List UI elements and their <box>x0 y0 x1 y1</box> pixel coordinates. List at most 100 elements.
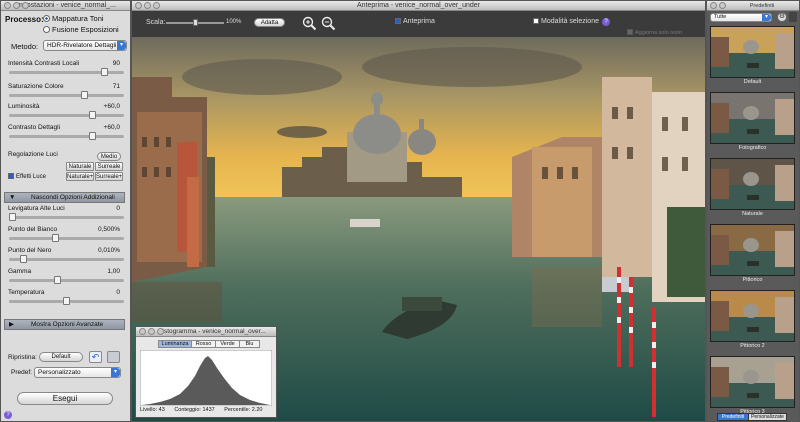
gear-icon[interactable]: ⚙ <box>777 12 787 22</box>
slider-knob[interactable] <box>19 255 27 263</box>
adatta-button[interactable]: Adatta <box>254 18 285 27</box>
slider-knob[interactable] <box>81 91 89 99</box>
zoom-icon[interactable] <box>153 2 160 9</box>
presets-filter-select[interactable]: Tutte ▾ <box>710 13 772 22</box>
ripristina-select[interactable]: Default <box>39 352 83 362</box>
luci-medio-button[interactable]: Medio <box>97 152 121 161</box>
slider-track[interactable] <box>9 213 124 221</box>
preset-preview-image <box>711 93 794 143</box>
conteggio-label: Conteggio: <box>174 407 201 413</box>
effetti-checkbox[interactable]: Effetti Luce <box>8 173 46 180</box>
close-icon[interactable] <box>139 328 146 335</box>
metodo-value: HDR-Rivelatore Dettagli <box>47 42 117 49</box>
undo-icon[interactable]: ↶ <box>89 351 102 363</box>
luci-naturale-plus-button[interactable]: Naturale+ <box>66 172 94 181</box>
slider-knob[interactable] <box>54 276 62 284</box>
slider-track[interactable] <box>9 234 124 242</box>
zoom-icon[interactable] <box>157 328 164 335</box>
minimize-icon[interactable] <box>13 2 20 9</box>
slider-track[interactable] <box>9 111 124 119</box>
slider-track[interactable] <box>9 132 124 140</box>
scale-slider-knob[interactable] <box>193 19 198 26</box>
presets-window: Predefiniti Tutte ▾ ⚙ Default Fotografico N… <box>706 0 800 422</box>
luminance-histogram[interactable] <box>140 350 272 406</box>
preset-thumbnail[interactable] <box>710 356 795 408</box>
close-icon[interactable] <box>135 2 142 9</box>
tab-personalizzate[interactable]: Personalizzate <box>749 413 787 421</box>
show-advanced-label: Mostra Opzioni Avanzate <box>31 321 104 328</box>
tab-blu[interactable]: Blu <box>240 340 260 348</box>
tab-luminanza[interactable]: Luminanza <box>158 340 192 348</box>
tab-verde[interactable]: Verde <box>216 340 240 348</box>
luci-surreale-button[interactable]: Surreale <box>95 162 123 171</box>
slider-knob[interactable] <box>63 297 70 305</box>
help-icon[interactable]: ? <box>602 18 610 26</box>
luci-naturale-button[interactable]: Naturale <box>66 162 94 171</box>
aggiorna-label: Aggiorna solo testo <box>635 30 683 36</box>
hide-options-bar[interactable]: ▼ Nascondi Opzioni Addizionali <box>4 192 125 203</box>
tab-predefiniti[interactable]: Predefiniti <box>717 413 749 421</box>
preset-thumbnail[interactable] <box>710 290 795 342</box>
window-controls <box>710 2 726 9</box>
aggiorna-checkbox[interactable]: Aggiorna solo testo <box>627 29 682 36</box>
slider-track[interactable] <box>9 255 124 263</box>
preset-thumbnail[interactable] <box>710 92 795 144</box>
checkbox-icon <box>533 18 539 24</box>
radio-fusione[interactable]: Fusione Esposizioni <box>43 25 119 34</box>
slider-knob[interactable] <box>100 68 108 76</box>
close-icon[interactable] <box>710 2 717 9</box>
scale-slider[interactable] <box>166 19 224 26</box>
triangle-down-icon: ▼ <box>9 194 16 201</box>
histogram-stats: Livello: 43 Conteggio: 1437 Percentile: … <box>140 407 262 413</box>
preset-thumbnail[interactable] <box>710 26 795 78</box>
minimize-icon[interactable] <box>144 2 151 9</box>
anteprima-checkbox[interactable]: Anteprima <box>395 18 435 25</box>
radio-fusione-label: Fusione Esposizioni <box>52 25 119 34</box>
metodo-select[interactable]: HDR-Rivelatore Dettagli ▾ <box>43 40 127 51</box>
radio-mappatura-label: Mappatura Toni <box>52 14 104 23</box>
redo-icon[interactable] <box>107 351 120 363</box>
triangle-right-icon: ▶ <box>9 321 14 328</box>
zoom-out-icon[interactable] <box>321 16 336 31</box>
histogram-title: Istogramma - venice_normal_over... <box>162 328 266 335</box>
preset-thumbnail[interactable] <box>710 158 795 210</box>
slider-value: 90 <box>112 60 120 67</box>
slider-knob[interactable] <box>88 111 96 119</box>
slider-knob[interactable] <box>88 132 96 140</box>
slider-knob[interactable] <box>9 213 16 221</box>
slider-label: Levigatura Alte Luci <box>8 205 65 212</box>
tab-rosso[interactable]: Rosso <box>192 340 216 348</box>
minimize-icon[interactable] <box>719 2 726 9</box>
show-advanced-bar[interactable]: ▶ Mostra Opzioni Avanzate <box>4 319 125 330</box>
slider-track[interactable] <box>9 276 124 284</box>
checkbox-icon <box>627 29 633 35</box>
close-icon[interactable] <box>4 2 11 9</box>
modalita-checkbox[interactable]: Modalità selezione <box>533 18 599 25</box>
slider-track[interactable] <box>9 68 124 76</box>
livello-label: Livello: <box>140 407 158 413</box>
preset-label: Pittorico <box>742 277 763 283</box>
hide-options-label: Nascondi Opzioni Addizionali <box>31 194 115 201</box>
scrollbar[interactable] <box>789 12 797 22</box>
slider-label: Temperatura <box>8 289 45 296</box>
slider-value: 0 <box>116 205 120 212</box>
checkbox-icon <box>8 173 14 179</box>
slider-track[interactable] <box>9 91 124 99</box>
radio-mappatura[interactable]: Mappatura Toni <box>43 14 104 23</box>
luci-surreale-plus-button[interactable]: Surreale+ <box>95 172 123 181</box>
preset-preview-image <box>711 291 794 341</box>
slider-knob[interactable] <box>52 234 60 242</box>
predef-select[interactable]: Personalizzato ▾ <box>34 367 121 378</box>
zoom-in-icon[interactable] <box>302 16 317 31</box>
slider-value: +60,0 <box>103 124 120 131</box>
slider-track[interactable] <box>9 297 124 305</box>
minimize-icon[interactable] <box>148 328 155 335</box>
preset-label: Default <box>743 79 762 85</box>
slider-value: 0,500% <box>97 226 120 233</box>
help-icon[interactable]: ? <box>4 411 12 419</box>
preset-thumbnail[interactable] <box>710 224 795 276</box>
settings-window: Impostazioni - venice_normal_... Process… <box>0 0 131 422</box>
esegui-button[interactable]: Esegui <box>17 392 113 405</box>
slider-label: Gamma <box>8 268 32 275</box>
zoom-icon[interactable] <box>22 2 29 9</box>
